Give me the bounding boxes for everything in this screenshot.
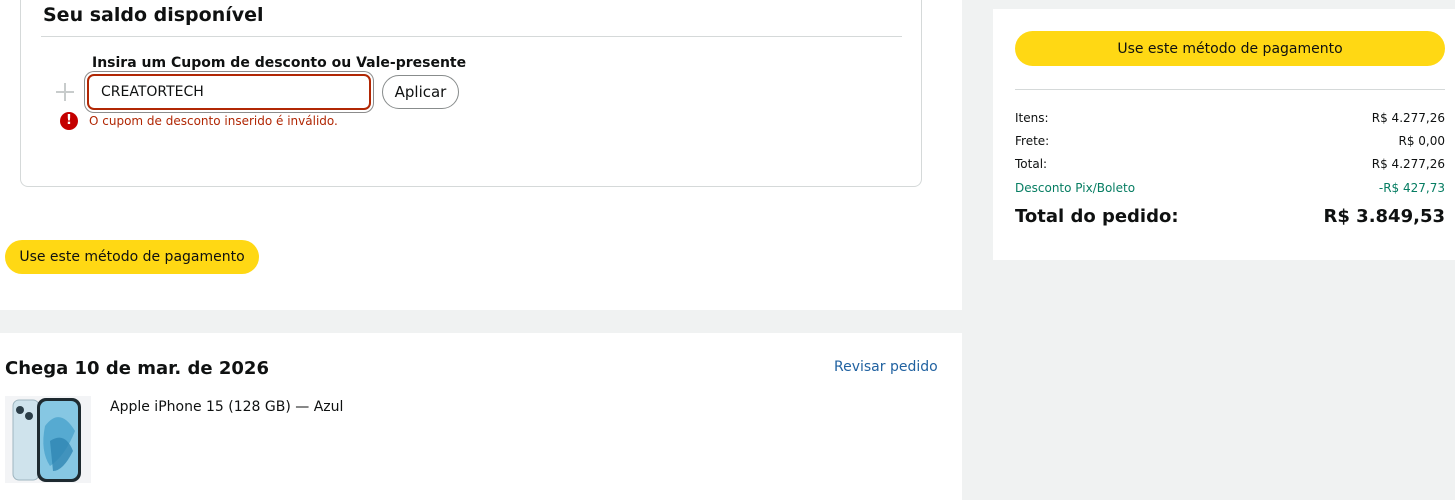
- order-total-value: R$ 3.849,53: [1323, 206, 1445, 227]
- plus-icon[interactable]: [55, 82, 75, 102]
- use-payment-method-button[interactable]: Use este método de pagamento: [5, 240, 259, 274]
- shipping-label: Frete:: [1015, 134, 1050, 148]
- balance-title: Seu saldo disponível: [43, 4, 264, 26]
- product-image: [5, 396, 91, 483]
- summary-divider: [1015, 89, 1445, 90]
- discount-value: -R$ 427,73: [1378, 181, 1445, 195]
- total-value: R$ 4.277,26: [1371, 157, 1445, 171]
- product-name[interactable]: Apple iPhone 15 (128 GB) — Azul: [110, 399, 343, 415]
- shipping-value: R$ 0,00: [1398, 134, 1445, 148]
- review-order-link[interactable]: Revisar pedido: [834, 359, 938, 375]
- items-label: Itens:: [1015, 111, 1049, 125]
- coupon-input[interactable]: [87, 74, 371, 110]
- items-value: R$ 4.277,26: [1371, 111, 1445, 125]
- total-label: Total:: [1015, 157, 1048, 171]
- error-icon: !: [60, 112, 78, 130]
- delivery-date-title: Chega 10 de mar. de 2026: [5, 358, 269, 379]
- use-payment-method-button-summary[interactable]: Use este método de pagamento: [1015, 31, 1445, 66]
- apply-button[interactable]: Aplicar: [382, 75, 459, 109]
- divider: [41, 36, 902, 37]
- coupon-label: Insira um Cupom de desconto ou Vale-pres…: [92, 55, 467, 71]
- order-total-label: Total do pedido:: [1015, 206, 1179, 227]
- error-message: O cupom de desconto inserido é inválido.: [89, 114, 338, 128]
- discount-label: Desconto Pix/Boleto: [1015, 181, 1136, 195]
